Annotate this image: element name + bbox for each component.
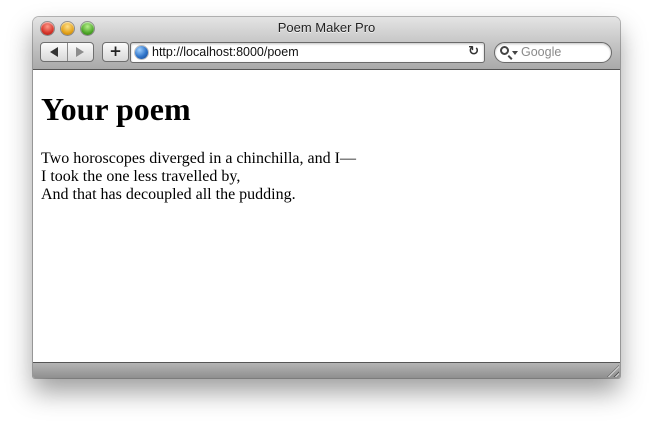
title-bar: Poem Maker Pro + http://localhost:8000/p… xyxy=(33,17,620,70)
screen: Poem Maker Pro + http://localhost:8000/p… xyxy=(0,0,653,425)
window-title: Poem Maker Pro xyxy=(277,20,376,35)
status-bar xyxy=(33,362,620,378)
address-bar[interactable]: http://localhost:8000/poem ↻ xyxy=(130,42,485,63)
url-text[interactable]: http://localhost:8000/poem xyxy=(152,45,299,59)
globe-icon xyxy=(135,46,148,59)
poem-line: I took the one less travelled by, xyxy=(41,168,241,185)
browser-window: Poem Maker Pro + http://localhost:8000/p… xyxy=(33,17,620,378)
add-bookmark-button[interactable]: + xyxy=(102,42,129,62)
reload-icon[interactable]: ↻ xyxy=(468,44,479,59)
page-title: Your poem xyxy=(41,91,191,127)
forward-arrow-icon xyxy=(76,47,85,57)
chevron-down-icon[interactable] xyxy=(512,51,518,55)
back-arrow-icon xyxy=(49,47,58,57)
back-button[interactable] xyxy=(41,43,67,61)
poem-text: Two horoscopes diverged in a chinchilla,… xyxy=(41,150,356,204)
navigation-buttons xyxy=(40,42,94,62)
poem-line: And that has decoupled all the pudding. xyxy=(41,186,296,203)
page-content: Your poem Two horoscopes diverged in a c… xyxy=(33,70,620,362)
search-icon xyxy=(500,46,509,55)
search-field[interactable]: Google xyxy=(494,42,612,63)
resize-grip-icon[interactable] xyxy=(607,365,619,377)
poem-line: Two horoscopes diverged in a chinchilla,… xyxy=(41,150,356,167)
search-placeholder: Google xyxy=(521,45,562,59)
forward-button[interactable] xyxy=(66,43,94,61)
